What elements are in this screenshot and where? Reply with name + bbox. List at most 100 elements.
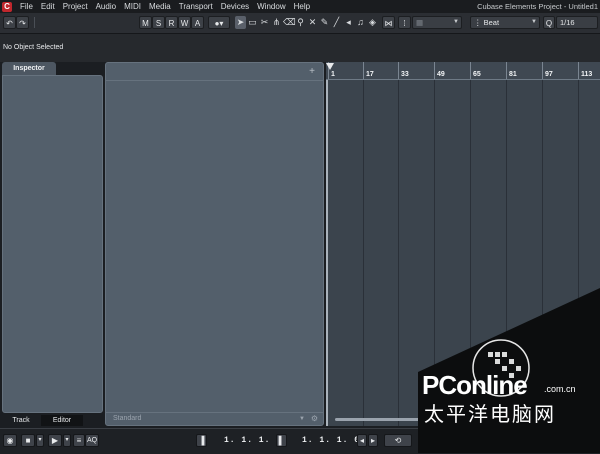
auto-quantize-button[interactable]: AQ — [85, 434, 99, 447]
rewind-icon: ◂ — [359, 436, 364, 445]
snap-type-value: ▦ — [416, 18, 424, 27]
right-bracket-icon: ▌ — [278, 436, 285, 445]
cubase-logo-icon[interactable]: C — [2, 1, 12, 12]
chevron-down-icon[interactable]: ▼ — [299, 413, 305, 425]
menu-file[interactable]: File — [16, 0, 37, 13]
draw-tool-icon[interactable]: ✎ — [319, 16, 330, 29]
chevron-down-icon: ▼ — [531, 19, 537, 25]
menu-midi[interactable]: MIDI — [120, 0, 145, 13]
watermark-subtitle: 太平洋电脑网 — [424, 402, 556, 426]
line-tool-icon[interactable]: ╱ — [331, 16, 342, 29]
menu-bar: C File Edit Project Audio MIDI Media Tra… — [0, 0, 600, 13]
snap-type-select[interactable]: ▦ ▼ — [412, 16, 462, 29]
stop-icon: ■ — [25, 436, 31, 445]
snap-toggle-button[interactable]: ⁞ — [398, 16, 411, 29]
record-mode-button[interactable]: ◉ — [3, 434, 17, 447]
inspector-title[interactable]: Inspector — [2, 62, 56, 75]
track-preset-label[interactable]: Standard — [113, 413, 141, 425]
object-selection-tool-icon[interactable]: ➤ — [235, 16, 246, 29]
watermark-domain: .com.cn — [544, 384, 576, 394]
metronome-button[interactable]: ■ — [21, 434, 35, 447]
menu-devices[interactable]: Devices — [217, 0, 253, 13]
menu-project[interactable]: Project — [59, 0, 92, 13]
autoscroll-icon: ⋈ — [384, 19, 393, 28]
menu-audio[interactable]: Audio — [92, 0, 120, 13]
forward-icon: ▸ — [370, 436, 375, 445]
list-icon[interactable]: ≡ — [73, 434, 85, 447]
ruler-bar-label: 65 — [470, 62, 505, 79]
ruler-bar-label: 33 — [398, 62, 433, 79]
menu-help[interactable]: Help — [290, 0, 314, 13]
automation-mode-button[interactable]: A — [191, 16, 204, 29]
grid-dots-icon: ⋮ — [474, 18, 484, 27]
menu-media[interactable]: Media — [145, 0, 175, 13]
menu-edit[interactable]: Edit — [37, 0, 59, 13]
track-list-panel: + Standard ▼ ⚙ — [105, 62, 324, 426]
range-selection-tool-icon[interactable]: ▭ — [247, 16, 258, 29]
redo-button[interactable]: ↷ — [16, 16, 29, 29]
tool-strip: ➤ ▭ ✂ ⋔ ⌫ ⚲ ✕ ✎ ╱ ◂ ♫ ◈ — [235, 16, 378, 29]
forward-button[interactable]: ▸ — [368, 434, 378, 447]
menu-window[interactable]: Window — [253, 0, 289, 13]
selection-status: No Object Selected — [3, 44, 64, 51]
autoscroll-button[interactable]: ⋈ — [382, 16, 395, 29]
chevron-down-icon: ▼ — [453, 19, 459, 25]
grid-type-value: Beat — [483, 18, 500, 27]
erase-tool-icon[interactable]: ⌫ — [283, 16, 296, 29]
chevron-down-icon[interactable]: ▾ — [63, 434, 71, 447]
left-locator-button[interactable]: ▐ — [196, 434, 207, 447]
horizontal-scrollbar[interactable] — [335, 418, 425, 421]
punch-in-button[interactable]: ▶ — [48, 434, 62, 447]
bar-gridline — [398, 80, 399, 426]
write-mode-button[interactable]: W — [178, 16, 191, 29]
window-title: Cubase Elements Project - Untitled1 — [477, 2, 598, 11]
add-track-icon[interactable]: + — [309, 66, 315, 77]
right-locator-button[interactable]: ▌ — [276, 434, 287, 447]
left-bracket-icon: ▐ — [198, 436, 205, 445]
cycle-button[interactable]: ⟲ — [384, 434, 412, 447]
speaker-icon[interactable]: ♫ — [355, 16, 366, 29]
project-cursor-marker[interactable] — [326, 63, 334, 70]
bar-gridline — [542, 80, 543, 426]
glue-tool-icon[interactable]: ⋔ — [271, 16, 282, 29]
color-tool-icon[interactable]: ◈ — [367, 16, 378, 29]
bar-gridline — [363, 80, 364, 426]
split-tool-icon[interactable]: ✂ — [259, 16, 270, 29]
right-locator-position[interactable]: 1. 1. 1. 0 — [302, 434, 360, 447]
ruler-bar-label: 17 — [363, 62, 398, 79]
quantize-value-select[interactable]: 1/16 — [556, 16, 598, 29]
play-tool-icon[interactable]: ◂ — [343, 16, 354, 29]
rewind-button[interactable]: ◂ — [357, 434, 367, 447]
inspector-panel — [2, 75, 103, 413]
left-locator-position[interactable]: 1. 1. 1. 0 — [224, 434, 282, 447]
ruler-bar-label: 97 — [542, 62, 577, 79]
read-mode-button[interactable]: R — [165, 16, 178, 29]
watermark-brand: PConline — [422, 370, 528, 400]
ruler-bar-label: 113 — [578, 62, 600, 79]
project-toolbar: ↶ ↷ M S R W A ●▾ ➤ ▭ ✂ ⋔ ⌫ ⚲ ✕ ✎ ╱ ◂ ♫ ◈… — [0, 13, 600, 34]
cycle-icon: ⟲ — [394, 436, 402, 445]
tab-track[interactable]: Track — [3, 415, 39, 426]
bar-gridline — [578, 80, 579, 426]
menu-transport[interactable]: Transport — [175, 0, 217, 13]
mute-tool-icon[interactable]: ✕ — [307, 16, 318, 29]
ruler-bar-label: 49 — [434, 62, 469, 79]
info-line: No Object Selected — [0, 34, 600, 62]
transport-bar: ◉ ■ ▾ ▶ ▾ ≡ AQ ▐ 1. 1. 1. 0 ▌ 1. 1. 1. 0… — [0, 428, 600, 454]
quantize-value: 1/16 — [560, 18, 575, 27]
solo-mode-button[interactable]: S — [152, 16, 165, 29]
transport-options-button[interactable]: ●▾ — [208, 16, 230, 29]
snap-grid-icon: ⁞ — [403, 19, 406, 28]
mute-mode-button[interactable]: M — [139, 16, 152, 29]
undo-button[interactable]: ↶ — [3, 16, 16, 29]
tab-editor[interactable]: Editor — [41, 415, 83, 426]
zoom-tool-icon[interactable]: ⚲ — [295, 16, 306, 29]
chevron-down-icon[interactable]: ▾ — [36, 434, 44, 447]
grid-type-select[interactable]: ⋮ Beat ▼ — [470, 16, 540, 29]
gear-icon[interactable]: ⚙ — [311, 413, 318, 425]
track-list-footer: Standard ▼ ⚙ — [106, 412, 323, 425]
ruler-bar-label: 81 — [506, 62, 541, 79]
quantize-button[interactable]: Q — [543, 16, 555, 29]
timeline-ruler[interactable]: 1 17 33 49 65 81 97 113 — [326, 62, 600, 80]
mixer-icon: ●▾ — [214, 19, 224, 28]
